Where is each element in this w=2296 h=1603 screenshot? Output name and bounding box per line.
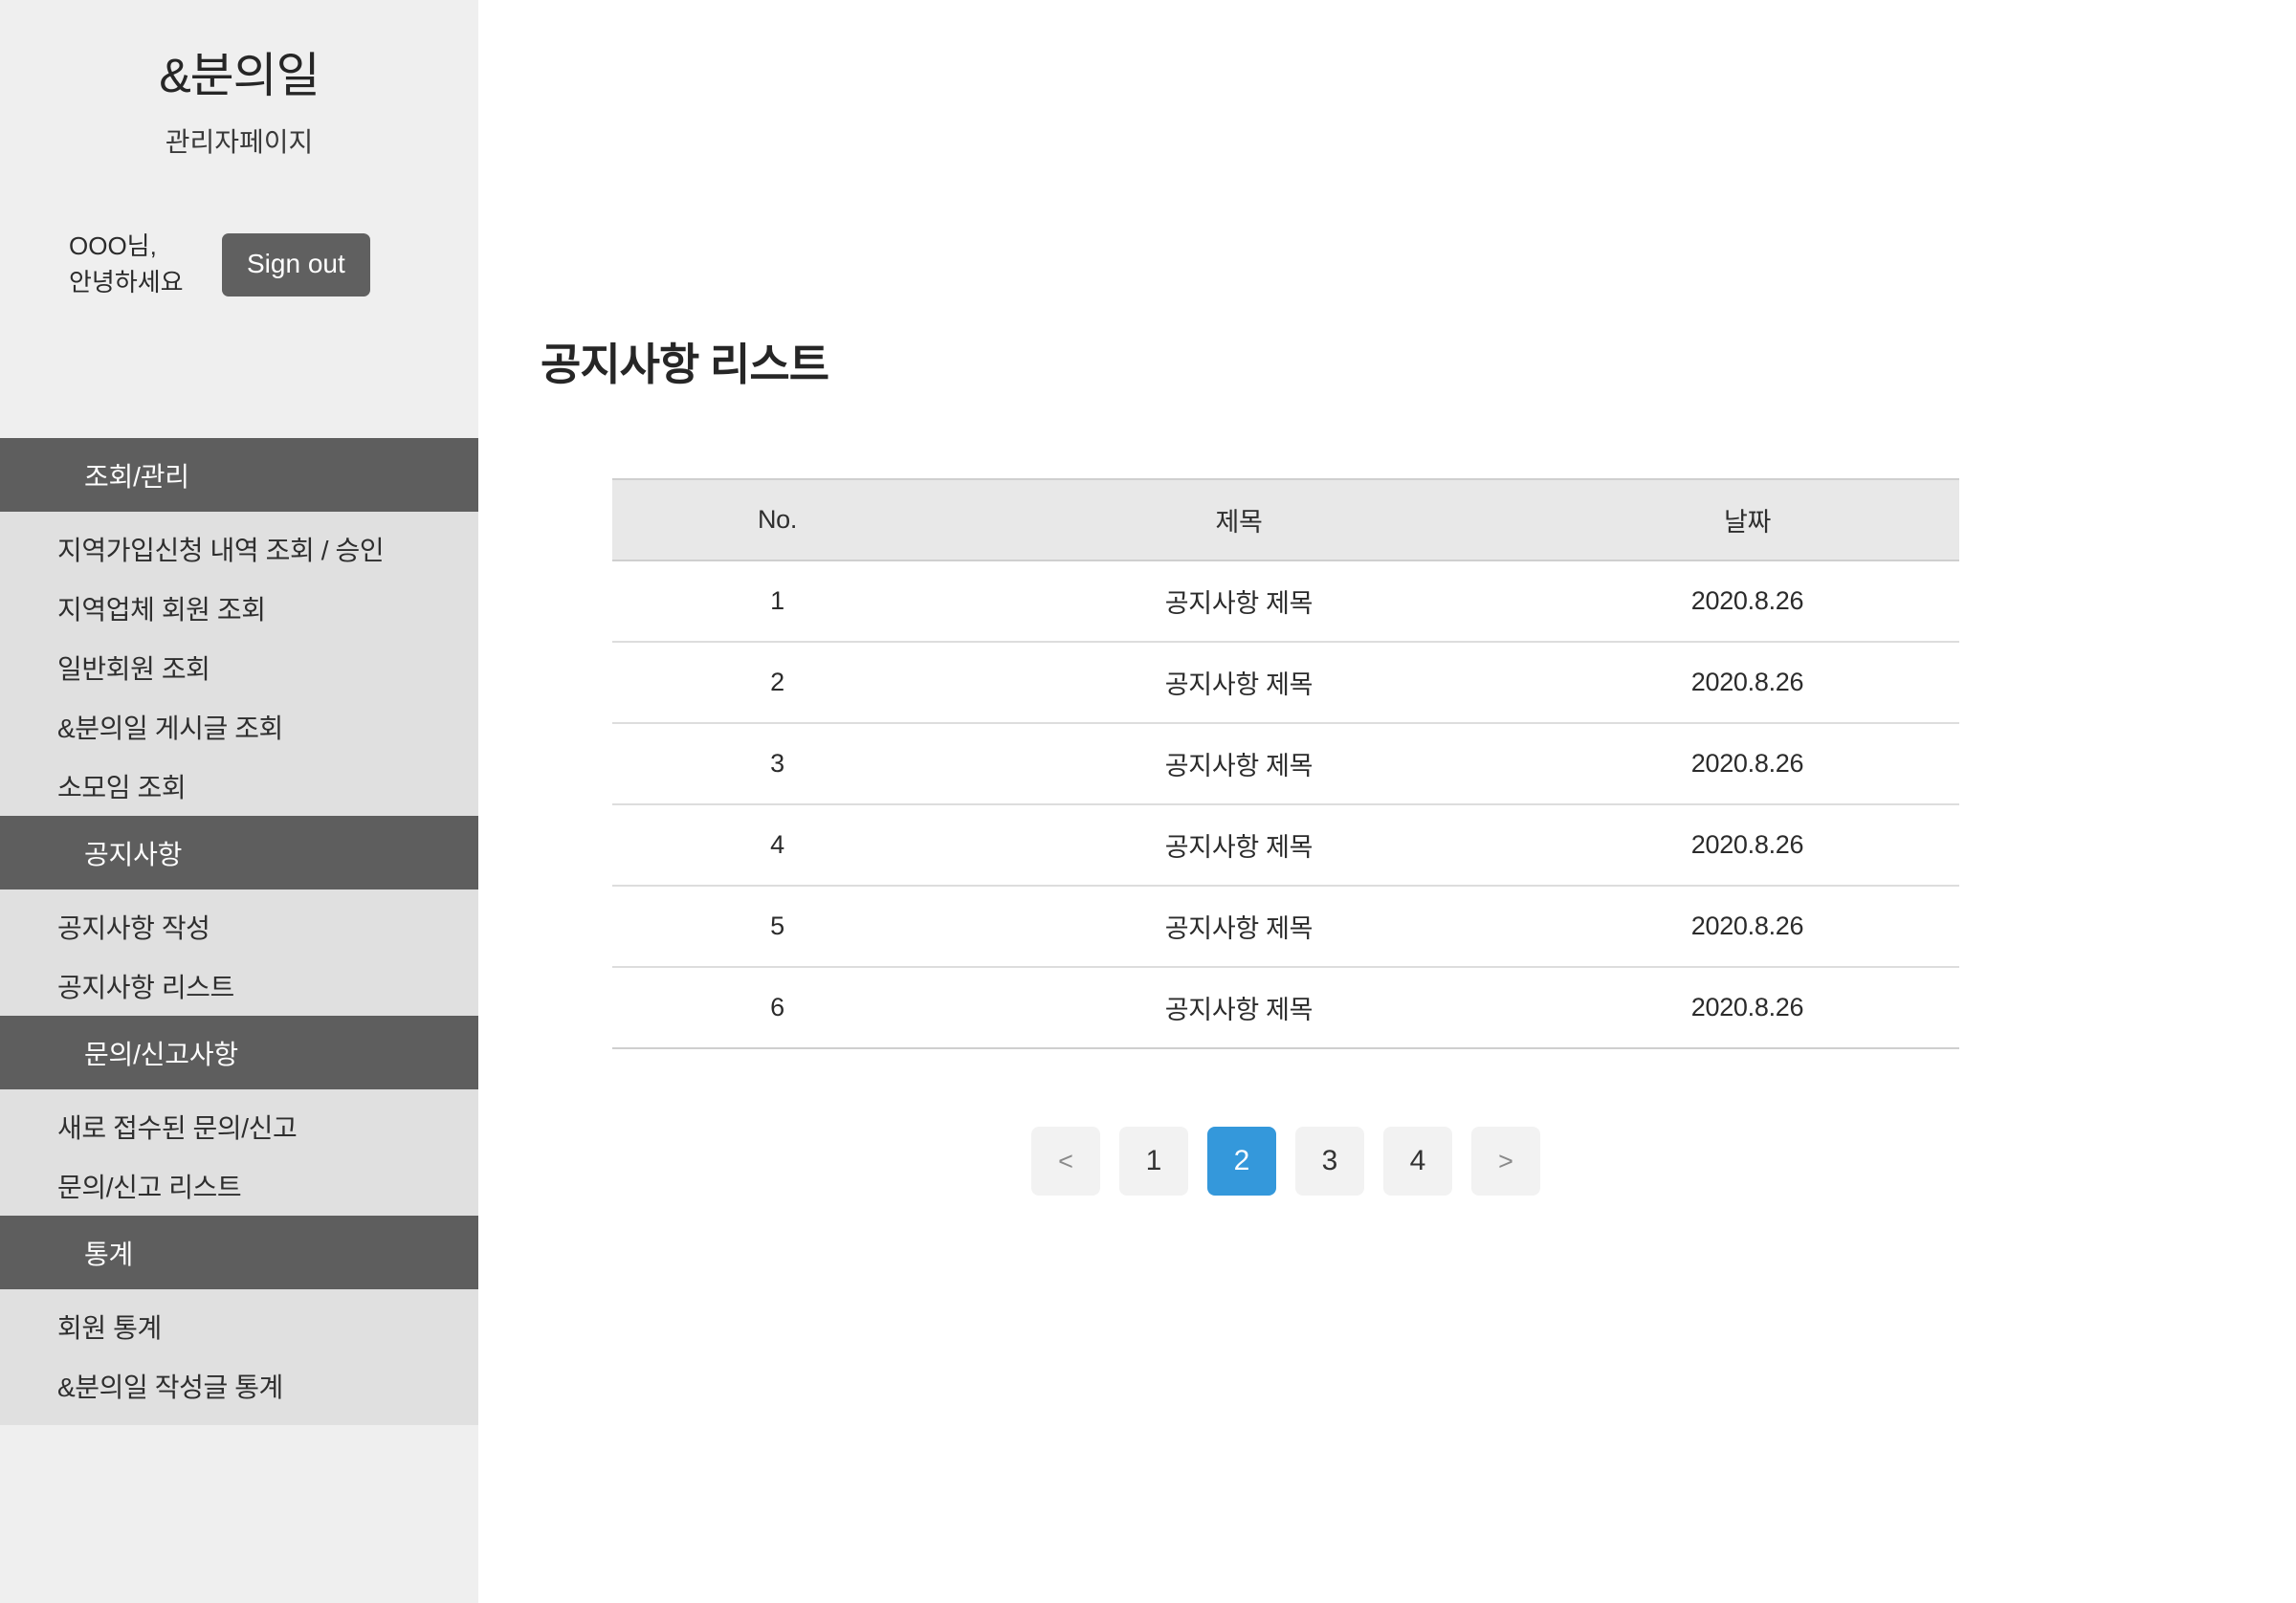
- account-block: OOO님, 안녕하세요 Sign out: [0, 229, 478, 300]
- menu-group-statistics: 회원 통계 &분의일 작성글 통계: [0, 1289, 478, 1425]
- brand-block: &분의일 관리자페이지: [0, 0, 478, 160]
- cell-title[interactable]: 공지사항 제목: [942, 886, 1535, 968]
- cell-title[interactable]: 공지사항 제목: [942, 967, 1535, 1049]
- greeting-text: OOO님, 안녕하세요: [69, 231, 184, 296]
- sidebar-item-region-signup-review[interactable]: 지역가입신청 내역 조회 / 승인: [0, 519, 478, 579]
- cell-date: 2020.8.26: [1535, 967, 1959, 1049]
- pagination-page-4[interactable]: 4: [1383, 1127, 1452, 1196]
- table-row[interactable]: 6 공지사항 제목 2020.8.26: [612, 967, 1959, 1049]
- main-content: 공지사항 리스트 No. 제목 날짜 1 공지사항 제목 2020.8.26 2…: [478, 0, 2296, 1603]
- admin-page: &분의일 관리자페이지 OOO님, 안녕하세요 Sign out 조회/관리 지…: [0, 0, 2296, 1603]
- pagination-page-2[interactable]: 2: [1207, 1127, 1276, 1196]
- sidebar-item-notice-list[interactable]: 공지사항 리스트: [0, 956, 478, 1016]
- cell-no: 2: [612, 642, 942, 724]
- pagination-page-1[interactable]: 1: [1119, 1127, 1188, 1196]
- cell-date: 2020.8.26: [1535, 723, 1959, 805]
- column-header-no: No.: [612, 478, 942, 561]
- menu-section-header-statistics: 통계: [0, 1216, 478, 1289]
- cell-date: 2020.8.26: [1535, 642, 1959, 724]
- cell-title[interactable]: 공지사항 제목: [942, 723, 1535, 805]
- table-row[interactable]: 4 공지사항 제목 2020.8.26: [612, 804, 1959, 887]
- pagination-next-button[interactable]: >: [1471, 1127, 1540, 1196]
- brand-subtitle: 관리자페이지: [165, 127, 314, 157]
- menu-section-header-inquiries: 문의/신고사항: [0, 1016, 478, 1089]
- pagination-prev-button[interactable]: <: [1031, 1127, 1100, 1196]
- table-row[interactable]: 3 공지사항 제목 2020.8.26: [612, 723, 1959, 805]
- cell-no: 1: [612, 560, 942, 643]
- table-body: 1 공지사항 제목 2020.8.26 2 공지사항 제목 2020.8.26 …: [612, 560, 1959, 1049]
- menu-group-notices: 공지사항 작성 공지사항 리스트: [0, 889, 478, 1016]
- menu-section-header-notices: 공지사항: [0, 816, 478, 889]
- column-header-date: 날짜: [1535, 478, 1959, 561]
- notice-table: No. 제목 날짜 1 공지사항 제목 2020.8.26 2 공지사항 제목 …: [612, 478, 1959, 1049]
- table-row[interactable]: 1 공지사항 제목 2020.8.26: [612, 560, 1959, 643]
- cell-title[interactable]: 공지사항 제목: [942, 560, 1535, 643]
- cell-no: 4: [612, 804, 942, 887]
- cell-no: 6: [612, 967, 942, 1049]
- pagination-page-3[interactable]: 3: [1295, 1127, 1364, 1196]
- cell-date: 2020.8.26: [1535, 886, 1959, 968]
- notice-table-wrapper: No. 제목 날짜 1 공지사항 제목 2020.8.26 2 공지사항 제목 …: [612, 478, 1959, 1049]
- brand-title: &분의일: [159, 49, 320, 102]
- cell-title[interactable]: 공지사항 제목: [942, 804, 1535, 887]
- menu-section-header-management: 조회/관리: [0, 438, 478, 512]
- sign-out-button[interactable]: Sign out: [222, 232, 370, 296]
- cell-date: 2020.8.26: [1535, 560, 1959, 643]
- sidebar-item-new-inquiries[interactable]: 새로 접수된 문의/신고: [0, 1097, 478, 1156]
- table-row[interactable]: 2 공지사항 제목 2020.8.26: [612, 642, 1959, 724]
- page-title: 공지사항 리스트: [541, 340, 829, 389]
- sidebar-item-general-members[interactable]: 일반회원 조회: [0, 638, 478, 697]
- sidebar-item-region-business-members[interactable]: 지역업체 회원 조회: [0, 579, 478, 638]
- sidebar-menu: 조회/관리 지역가입신청 내역 조회 / 승인 지역업체 회원 조회 일반회원 …: [0, 438, 478, 1425]
- table-header-row: No. 제목 날짜: [612, 478, 1959, 561]
- sidebar-item-member-statistics[interactable]: 회원 통계: [0, 1297, 478, 1356]
- cell-no: 3: [612, 723, 942, 805]
- menu-group-inquiries: 새로 접수된 문의/신고 문의/신고 리스트: [0, 1089, 478, 1216]
- sidebar-item-small-groups[interactable]: 소모임 조회: [0, 757, 478, 816]
- sidebar-item-notice-write[interactable]: 공지사항 작성: [0, 897, 478, 956]
- sidebar: &분의일 관리자페이지 OOO님, 안녕하세요 Sign out 조회/관리 지…: [0, 0, 478, 1603]
- sidebar-item-posts[interactable]: &분의일 게시글 조회: [0, 697, 478, 757]
- cell-no: 5: [612, 886, 942, 968]
- pagination: < 1 2 3 4 >: [612, 1127, 1959, 1196]
- sidebar-item-post-statistics[interactable]: &분의일 작성글 통계: [0, 1356, 478, 1416]
- cell-date: 2020.8.26: [1535, 804, 1959, 887]
- table-row[interactable]: 5 공지사항 제목 2020.8.26: [612, 886, 1959, 968]
- table-head: No. 제목 날짜: [612, 478, 1959, 561]
- cell-title[interactable]: 공지사항 제목: [942, 642, 1535, 724]
- sidebar-item-inquiry-list[interactable]: 문의/신고 리스트: [0, 1156, 478, 1216]
- column-header-title: 제목: [942, 478, 1535, 561]
- menu-group-management: 지역가입신청 내역 조회 / 승인 지역업체 회원 조회 일반회원 조회 &분의…: [0, 512, 478, 816]
